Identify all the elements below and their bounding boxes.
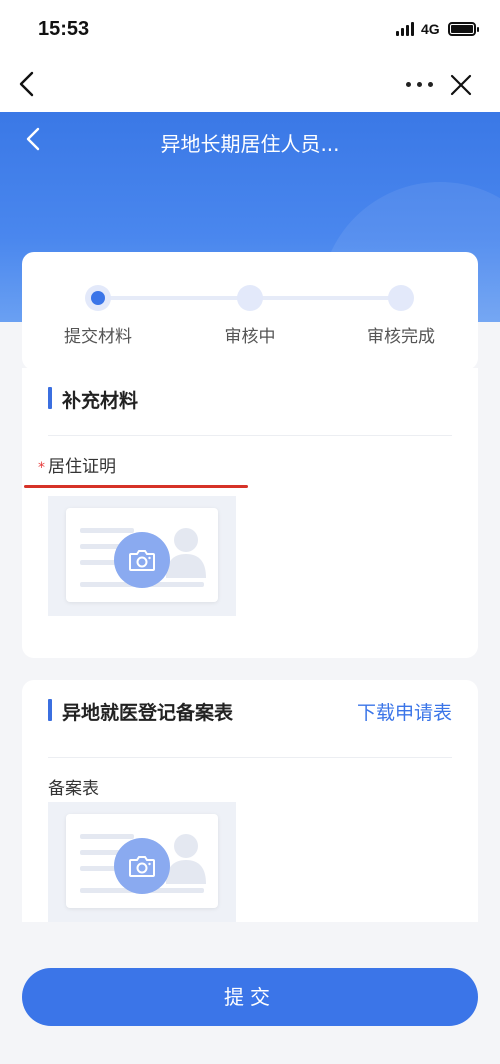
close-icon[interactable] bbox=[448, 72, 474, 98]
step-label-submit: 提交材料 bbox=[64, 327, 132, 347]
supplementary-material-section: 补充材料 * 居住证明 bbox=[22, 368, 478, 658]
upload-placeholder-card bbox=[66, 508, 218, 602]
form-upload[interactable] bbox=[48, 802, 236, 922]
status-bar: 15:53 4G bbox=[0, 0, 500, 60]
residence-proof-label: * 居住证明 bbox=[38, 452, 116, 477]
camera-icon bbox=[129, 550, 155, 571]
residence-proof-upload[interactable] bbox=[48, 496, 236, 616]
page-title: 异地长期居住人员... bbox=[160, 132, 340, 156]
camera-button[interactable] bbox=[114, 838, 170, 894]
section-title: 异地就医登记备案表 bbox=[62, 702, 234, 724]
divider bbox=[48, 435, 452, 436]
more-icon[interactable] bbox=[406, 82, 434, 88]
download-form-link[interactable]: 下载申请表 bbox=[357, 698, 452, 725]
highlight-underline bbox=[24, 485, 248, 488]
upload-placeholder-card bbox=[66, 814, 218, 908]
status-time: 15:53 bbox=[38, 18, 90, 40]
camera-icon bbox=[129, 856, 155, 877]
step-dot-review bbox=[237, 285, 263, 311]
id-silhouette-icon bbox=[166, 834, 206, 884]
id-silhouette-icon bbox=[166, 528, 206, 578]
submit-button[interactable]: 提交 bbox=[22, 968, 478, 1026]
step-dot-complete bbox=[388, 285, 414, 311]
nav-bar bbox=[0, 60, 500, 112]
step-dot-submit bbox=[85, 285, 111, 311]
divider bbox=[48, 757, 452, 758]
back-icon[interactable] bbox=[14, 70, 42, 98]
step-label-complete: 审核完成 bbox=[367, 327, 435, 347]
section-title: 补充材料 bbox=[62, 390, 139, 412]
signal-icon bbox=[396, 22, 416, 36]
progress-steps: 提交材料 审核中 审核完成 bbox=[22, 252, 478, 370]
form-field-label: 备案表 bbox=[48, 779, 99, 799]
battery-icon bbox=[448, 22, 479, 36]
section-accent-bar bbox=[48, 387, 52, 409]
field-label-text: 居住证明 bbox=[48, 457, 116, 477]
step-label-review: 审核中 bbox=[224, 327, 276, 347]
section-accent-bar bbox=[48, 699, 52, 721]
network-label: 4G bbox=[421, 21, 440, 37]
camera-button[interactable] bbox=[114, 532, 170, 588]
required-mark: * bbox=[38, 460, 45, 476]
